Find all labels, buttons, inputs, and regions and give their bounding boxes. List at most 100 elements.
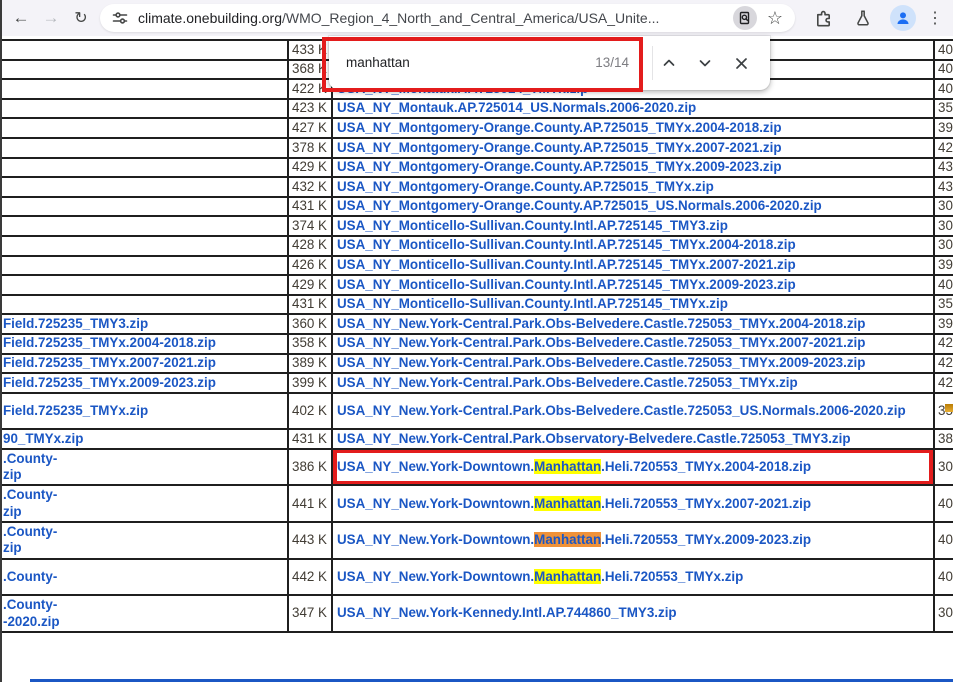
extensions-icon[interactable] bbox=[808, 3, 838, 33]
file-link[interactable]: USA_NY_Montgomery-Orange.County.AP.72501… bbox=[332, 138, 934, 158]
file-link-left-clipped[interactable] bbox=[1, 138, 288, 158]
file-link[interactable]: USA_NY_New.York-Central.Park.Obs-Belvede… bbox=[332, 373, 934, 393]
file-link-left-clipped[interactable]: Field.725235_TMYx.2009-2023.zip bbox=[1, 373, 288, 393]
file-link-text: USA_NY_Monticello-Sullivan.County.Intl.A… bbox=[337, 257, 796, 272]
file-link-text: .Heli.720553_TMYx.2004-2018.zip bbox=[601, 459, 811, 474]
table-row: 427 K USA_NY_Montgomery-Orange.County.AP… bbox=[1, 118, 953, 138]
file-link-left-clipped[interactable] bbox=[1, 236, 288, 256]
file-link-left-clipped[interactable] bbox=[1, 79, 288, 99]
file-link-left-clipped[interactable] bbox=[1, 40, 288, 60]
file-link[interactable]: USA_NY_New.York-Downtown.Manhattan.Heli.… bbox=[332, 559, 934, 596]
file-link-text: USA_NY_New.York-Central.Park.Obs-Belvede… bbox=[337, 316, 865, 331]
file-link-text: .Heli.720553_TMYx.2007-2021.zip bbox=[601, 496, 811, 511]
file-link-text: .Heli.720553_TMYx.2009-2023.zip bbox=[601, 532, 811, 547]
file-link[interactable]: USA_NY_Montgomery-Orange.County.AP.72501… bbox=[332, 177, 934, 197]
file-link-left-clipped[interactable]: Field.725235_TMY3.zip bbox=[1, 314, 288, 334]
file-link[interactable]: USA_NY_New.York-Central.Park.Obs-Belvede… bbox=[332, 334, 934, 354]
find-input[interactable]: manhattan bbox=[346, 55, 410, 70]
file-size: 374 K bbox=[288, 216, 332, 236]
file-link[interactable]: USA_NY_Montgomery-Orange.County.AP.72501… bbox=[332, 118, 934, 138]
url-path: /WMO_Region_4_North_and_Central_America/… bbox=[282, 10, 659, 26]
file-link-left-clipped[interactable]: .County- bbox=[1, 559, 288, 596]
file-link-left-clipped[interactable] bbox=[1, 158, 288, 178]
file-link-left-clipped[interactable] bbox=[1, 295, 288, 315]
file-link[interactable]: USA_NY_New.York-Downtown.Manhattan.Heli.… bbox=[332, 485, 934, 522]
file-link-left-clipped[interactable]: .County- zip bbox=[1, 449, 288, 486]
file-link-text: USA_NY_New.York-Downtown. bbox=[337, 569, 534, 584]
file-link-text: USA_NY_Montgomery-Orange.County.AP.72501… bbox=[337, 159, 782, 174]
page-content: 433 K 40 368 K 40 422 K USA_NY_Montauk.A… bbox=[0, 36, 953, 682]
file-size-clipped: 40 bbox=[934, 40, 953, 60]
table-row: .County- -2020.zip 347 K USA_NY_New.York… bbox=[1, 595, 953, 632]
file-size-clipped: 39 bbox=[934, 118, 953, 138]
forward-button[interactable]: → bbox=[36, 3, 66, 33]
find-match-highlight: Manhattan bbox=[534, 532, 601, 547]
file-link[interactable]: USA_NY_New.York-Central.Park.Obs-Belvede… bbox=[332, 354, 934, 374]
file-size-clipped: 40 bbox=[934, 275, 953, 295]
file-size: 429 K bbox=[288, 158, 332, 178]
file-link[interactable]: USA_NY_Monticello-Sullivan.County.Intl.A… bbox=[332, 236, 934, 256]
file-link-text: .Heli.720553_TMYx.zip bbox=[601, 569, 743, 584]
file-size-clipped: 30 bbox=[934, 236, 953, 256]
file-size-clipped: 40 bbox=[934, 79, 953, 99]
file-size-clipped: 42 bbox=[934, 373, 953, 393]
file-link[interactable]: USA_NY_New.York-Downtown.Manhattan.Heli.… bbox=[332, 522, 934, 559]
back-button[interactable]: ← bbox=[6, 3, 36, 33]
file-link[interactable]: USA_NY_Monticello-Sullivan.County.Intl.A… bbox=[332, 256, 934, 276]
file-link-text: USA_NY_New.York-Downtown. bbox=[337, 532, 534, 547]
file-link-left-clipped[interactable] bbox=[1, 60, 288, 80]
file-link[interactable]: USA_NY_New.York-Kennedy.Intl.AP.744860_T… bbox=[332, 595, 934, 632]
file-link[interactable]: USA_NY_New.York-Downtown.Manhattan.Heli.… bbox=[332, 449, 934, 486]
find-in-page-indicator-icon[interactable] bbox=[733, 6, 757, 30]
file-link[interactable]: USA_NY_Monticello-Sullivan.County.Intl.A… bbox=[332, 275, 934, 295]
find-bar-divider bbox=[652, 46, 653, 80]
address-bar[interactable]: climate.onebuilding.org/WMO_Region_4_Nor… bbox=[100, 4, 795, 32]
file-size-clipped: 43 bbox=[934, 158, 953, 178]
file-link-left-clipped[interactable]: Field.725235_TMYx.2004-2018.zip bbox=[1, 334, 288, 354]
file-link-left-clipped[interactable] bbox=[1, 256, 288, 276]
file-link-left-clipped[interactable]: Field.725235_TMYx.2007-2021.zip bbox=[1, 354, 288, 374]
file-link[interactable]: USA_NY_New.York-Central.Park.Obs-Belvede… bbox=[332, 314, 934, 334]
file-link-left-clipped[interactable] bbox=[1, 216, 288, 236]
file-link-left-clipped[interactable] bbox=[1, 275, 288, 295]
find-previous-button[interactable] bbox=[655, 49, 683, 77]
file-size: 432 K bbox=[288, 177, 332, 197]
file-link-left-clipped[interactable] bbox=[1, 118, 288, 138]
file-link[interactable]: USA_NY_Montgomery-Orange.County.AP.72501… bbox=[332, 197, 934, 217]
reload-button[interactable]: ↻ bbox=[66, 3, 96, 33]
file-link-left-clipped[interactable]: .County- zip bbox=[1, 522, 288, 559]
bookmark-star-icon[interactable]: ☆ bbox=[763, 8, 787, 29]
table-row: 431 K USA_NY_Montgomery-Orange.County.AP… bbox=[1, 197, 953, 217]
find-next-button[interactable] bbox=[691, 49, 719, 77]
file-link-text: USA_NY_Monticello-Sullivan.County.Intl.A… bbox=[337, 296, 728, 311]
find-bar: manhattan 13/14 bbox=[329, 36, 770, 90]
file-link-left-clipped[interactable] bbox=[1, 197, 288, 217]
profile-avatar[interactable] bbox=[888, 3, 918, 33]
file-link[interactable]: USA_NY_Montgomery-Orange.County.AP.72501… bbox=[332, 158, 934, 178]
file-link-left-clipped[interactable]: .County- zip bbox=[1, 485, 288, 522]
table-row: Field.725235_TMYx.2004-2018.zip 358 K US… bbox=[1, 334, 953, 354]
file-link-left-clipped[interactable] bbox=[1, 177, 288, 197]
file-size-clipped: 30 bbox=[934, 216, 953, 236]
file-size: 442 K bbox=[288, 559, 332, 596]
file-link-left-clipped[interactable]: Field.725235_TMYx.zip bbox=[1, 393, 288, 430]
file-size-clipped: 38 bbox=[934, 429, 953, 449]
file-link[interactable]: USA_NY_Monticello-Sullivan.County.Intl.A… bbox=[332, 216, 934, 236]
file-size-clipped: 40 bbox=[934, 559, 953, 596]
file-link-left-clipped[interactable] bbox=[1, 99, 288, 119]
file-link[interactable]: USA_NY_New.York-Central.Park.Obs-Belvede… bbox=[332, 393, 934, 430]
table-row: .County- zip 443 K USA_NY_New.York-Downt… bbox=[1, 522, 953, 559]
file-size: 428 K bbox=[288, 236, 332, 256]
file-size-clipped: 40 bbox=[934, 60, 953, 80]
file-size-clipped: 30 bbox=[934, 595, 953, 632]
site-info-icon[interactable] bbox=[112, 10, 128, 26]
browser-menu-icon[interactable]: ⋮ bbox=[925, 3, 945, 33]
find-close-button[interactable] bbox=[727, 49, 755, 77]
file-link-text: USA_NY_Monticello-Sullivan.County.Intl.A… bbox=[337, 237, 796, 252]
file-link[interactable]: USA_NY_Monticello-Sullivan.County.Intl.A… bbox=[332, 295, 934, 315]
file-link[interactable]: USA_NY_New.York-Central.Park.Observatory… bbox=[332, 429, 934, 449]
file-link-left-clipped[interactable]: .County- -2020.zip bbox=[1, 595, 288, 632]
experiments-flask-icon[interactable] bbox=[848, 3, 878, 33]
file-link[interactable]: USA_NY_Montauk.AP.725014_US.Normals.2006… bbox=[332, 99, 934, 119]
file-link-left-clipped[interactable]: 90_TMYx.zip bbox=[1, 429, 288, 449]
